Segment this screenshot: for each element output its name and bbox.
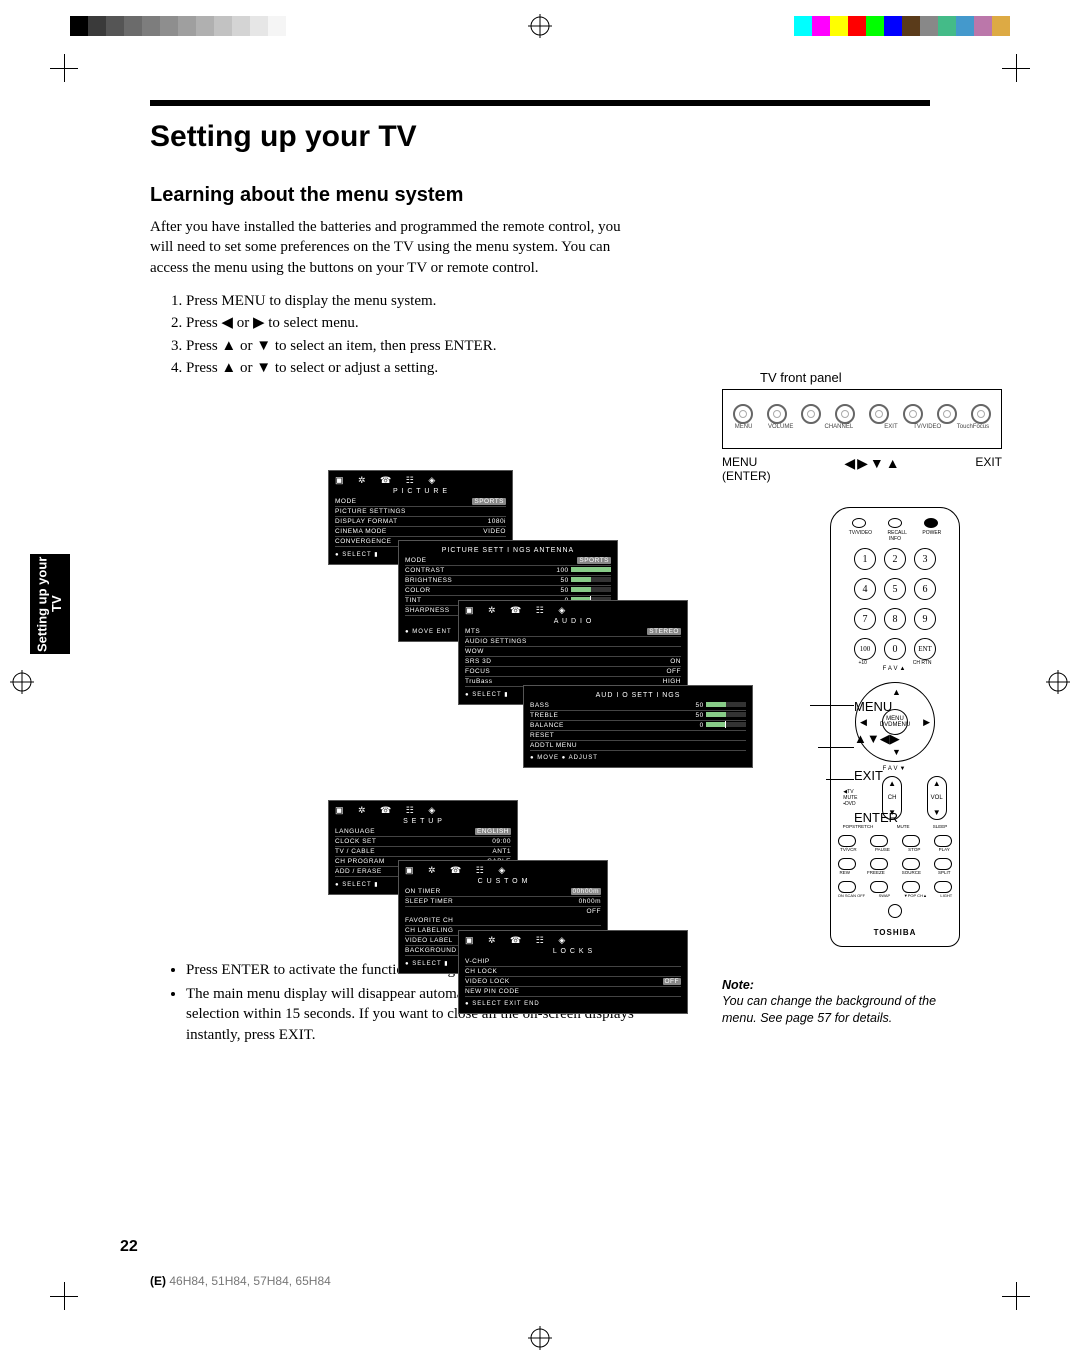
- leader-line: [810, 705, 854, 706]
- remote-num-2: 2: [884, 548, 906, 570]
- panel-tvvideo-button: [937, 404, 957, 424]
- remote-num-3: 3: [914, 548, 936, 570]
- crop-mark-icon: [50, 54, 78, 82]
- remote-record-button: [888, 904, 902, 918]
- osd-locks: ▣ ✲ ☎ ☷ ◈ L O C K S V-CHIP CH LOCK VIDEO…: [458, 930, 688, 1014]
- panel-exit-button: [903, 404, 923, 424]
- remote-mini-button: [934, 858, 952, 870]
- calibration-bar-left: [70, 16, 286, 36]
- remote-num-8: 8: [884, 608, 906, 630]
- remote-vol-rocker: ▲VOL▼: [927, 776, 947, 820]
- crop-mark-icon: [1002, 1282, 1030, 1310]
- remote-tvvideo-button: [852, 518, 866, 528]
- remote-mini-button: [934, 881, 952, 893]
- remote-mini-button: [902, 835, 920, 847]
- dpad-right-icon: ▶: [923, 717, 930, 728]
- remote-ent-button: ENT: [914, 638, 936, 660]
- page-content: Setting up your TV Learning about the me…: [150, 100, 930, 1049]
- tv-front-panel-label: TV front panel: [760, 370, 1080, 385]
- crop-mark-icon: [1002, 54, 1030, 82]
- remote-brand-label: TOSHIBA: [831, 928, 959, 937]
- osd-title: P I C T U R E: [335, 488, 506, 495]
- panel-ch-down-button: [835, 404, 855, 424]
- remote-numpad: 1 2 3 4 5 6 7 8 9 100 0 ENT: [831, 548, 959, 660]
- step-4: Press ▲ or ▼ to select or adjust a setti…: [186, 357, 646, 380]
- osd-menu-figure: ▣ ✲ ☎ ☷ ◈ P I C T U R E MODESPORTS PICTU…: [328, 460, 748, 1040]
- remote-num-5: 5: [884, 578, 906, 600]
- remote-num-7: 7: [854, 608, 876, 630]
- page-title: Setting up your TV: [150, 120, 930, 154]
- crop-mark-icon: [50, 1282, 78, 1310]
- remote-recall-button: [888, 518, 902, 528]
- step-2: Press ◀ or ▶ to select menu.: [186, 312, 646, 335]
- section-tab: Setting up your TV: [30, 554, 70, 654]
- registration-mark-icon: [10, 670, 34, 694]
- leader-line: [818, 747, 854, 748]
- section-heading: Learning about the menu system: [150, 184, 930, 207]
- remote-mini-button: [838, 881, 856, 893]
- remote-num-0: 0: [884, 638, 906, 660]
- callout-menu: MENU: [854, 699, 900, 715]
- tv-panel-callouts: MENU (ENTER) ◀▶▼▲ EXIT: [722, 455, 1002, 483]
- step-3: Press ▲ or ▼ to select an item, then pre…: [186, 335, 646, 358]
- registration-mark-icon: [528, 1326, 552, 1350]
- page-number: 22: [120, 1238, 138, 1256]
- remote-num-6: 6: [914, 578, 936, 600]
- panel-vol-down-button: [767, 404, 787, 424]
- remote-power-button: [924, 518, 938, 528]
- callout-exit-remote: EXIT: [854, 768, 900, 784]
- osd-icon-row: ▣ ✲ ☎ ☷ ◈: [335, 475, 506, 486]
- remote-num-4: 4: [854, 578, 876, 600]
- note-label: Note:: [722, 978, 754, 992]
- remote-mini-button: [934, 835, 952, 847]
- intro-paragraph: After you have installed the batteries a…: [150, 217, 630, 278]
- panel-menu-button: [733, 404, 753, 424]
- remote-mini-button: [870, 858, 888, 870]
- panel-touchfocus-button: [971, 404, 991, 424]
- callout-exit: EXIT: [975, 455, 1002, 483]
- remote-num-9: 9: [914, 608, 936, 630]
- heading-rule: [150, 100, 930, 106]
- step-1: Press MENU to display the menu system.: [186, 290, 646, 313]
- steps-list: Press MENU to display the menu system. P…: [186, 290, 646, 380]
- callout-arrows: ◀▶▼▲: [844, 455, 901, 483]
- remote-num-1: 1: [854, 548, 876, 570]
- remote-mini-button: [838, 858, 856, 870]
- callout-arrows-remote: ▲▼◀▶: [854, 731, 900, 747]
- registration-mark-icon: [528, 14, 552, 38]
- tv-front-panel: MENU VOLUME CHANNEL EXIT TV/VIDEO TouchF…: [722, 389, 1002, 449]
- figure-column: TV front panel MENU VOLUME CHANNEL EXIT …: [710, 370, 1080, 1026]
- remote-mini-button: [870, 881, 888, 893]
- remote-num-100: 100: [854, 638, 876, 660]
- callout-menu-enter: MENU (ENTER): [722, 455, 771, 483]
- remote-mini-button: [902, 881, 920, 893]
- note-block: Note: You can change the background of t…: [722, 977, 962, 1026]
- leader-line: [826, 779, 854, 780]
- remote-mini-button: [902, 858, 920, 870]
- remote-callouts: MENU ▲▼◀▶ EXIT ENTER: [854, 667, 900, 851]
- callout-enter-remote: ENTER: [854, 810, 900, 826]
- panel-vol-up-button: [801, 404, 821, 424]
- footer-models: (E) 46H84, 51H84, 57H84, 65H84: [150, 1274, 331, 1288]
- calibration-bar-right: [794, 16, 1010, 36]
- note-text: You can change the background of the men…: [722, 994, 936, 1024]
- panel-ch-up-button: [869, 404, 889, 424]
